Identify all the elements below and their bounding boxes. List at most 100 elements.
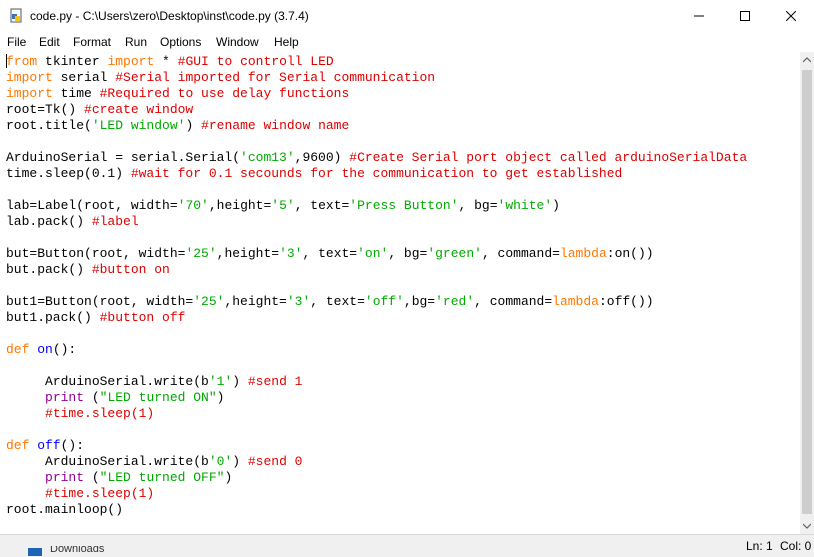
code-line: print ("LED turned OFF") (6, 470, 232, 486)
code-token: 'green' (427, 246, 482, 261)
code-token: '5' (271, 198, 295, 213)
code-token: '3' (279, 246, 303, 261)
code-token: def (6, 438, 30, 453)
code-token: lambda (552, 294, 599, 309)
code-line: time.sleep(0.1) #wait for 0.1 secounds f… (6, 166, 622, 182)
code-line: root.title('LED window') #rename window … (6, 118, 349, 134)
code-token: #send 1 (247, 374, 303, 389)
title-bar[interactable]: code.py - C:\Users\zero\Desktop\inst\cod… (0, 0, 814, 32)
code-token: from (6, 54, 38, 69)
code-token: #rename window name (201, 118, 350, 133)
menu-format[interactable]: Format (73, 35, 111, 49)
menu-window[interactable]: Window (216, 35, 259, 49)
code-line: ArduinoSerial = serial.Serial('com13',96… (6, 150, 747, 166)
code-token: root.title( (6, 118, 92, 133)
menu-help[interactable]: Help (274, 35, 299, 49)
code-token: #Required to use delay functions (99, 86, 350, 101)
code-token: ) (216, 390, 225, 405)
code-line: but.pack() #button on (6, 262, 170, 278)
code-token: ) (552, 198, 560, 213)
code-token: '0' (208, 454, 233, 469)
code-token: #time.sleep(1) (45, 486, 155, 501)
code-token: (): (52, 342, 77, 357)
code-token: 'com13' (240, 150, 295, 165)
code-token: ) (224, 470, 233, 485)
code-token: '25' (193, 294, 225, 309)
downloads-label: Downloads (50, 546, 105, 555)
menu-run[interactable]: Run (125, 35, 147, 49)
code-token: , text= (302, 246, 358, 261)
code-line: print ("LED turned ON") (6, 390, 224, 406)
code-line: import serial #Serial imported for Seria… (6, 70, 435, 86)
code-token: , command= (474, 294, 553, 309)
code-token: lab=Label(root, width= (6, 198, 178, 213)
code-token: (): (60, 438, 85, 453)
code-token: print (45, 390, 85, 405)
minimize-icon (694, 15, 704, 17)
scroll-up-button[interactable] (800, 52, 814, 68)
scroll-down-button[interactable] (800, 518, 814, 534)
code-line: def off(): (6, 438, 84, 454)
code-token: import (107, 54, 155, 69)
code-token: off (37, 438, 61, 453)
code-token: #create window (84, 102, 194, 117)
code-token: time (52, 86, 100, 101)
minimize-button[interactable] (676, 0, 722, 32)
code-line: root=Tk() #create window (6, 102, 193, 118)
code-token: but.pack() (6, 262, 92, 277)
code-token: 'on' (357, 246, 389, 261)
code-token: import (6, 70, 53, 85)
code-token: #send 0 (247, 454, 303, 469)
code-token: #GUI to controll LED (177, 54, 334, 69)
chevron-down-icon (803, 523, 811, 529)
code-token: ,height= (224, 294, 287, 309)
window-title: code.py - C:\Users\zero\Desktop\inst\cod… (30, 9, 309, 23)
close-icon (786, 11, 796, 21)
code-token: ( (84, 390, 100, 405)
code-token: but1.pack() (6, 310, 100, 325)
code-token: :on()) (606, 246, 654, 261)
code-token: #Create Serial port object called arduin… (349, 150, 748, 165)
scrollbar-thumb[interactable] (802, 70, 812, 514)
menu-file[interactable]: File (7, 35, 26, 49)
code-token: 'off' (364, 294, 404, 309)
close-button[interactable] (768, 0, 814, 32)
code-token: #Serial imported for Serial communicatio… (115, 70, 436, 85)
code-line: import time #Required to use delay funct… (6, 86, 349, 102)
code-token: #label (91, 214, 139, 229)
code-token: 'white' (497, 198, 553, 213)
vertical-scrollbar[interactable] (800, 52, 814, 534)
code-token: print (45, 470, 85, 485)
chevron-up-icon (803, 57, 811, 63)
code-token: , text= (294, 198, 350, 213)
menu-options[interactable]: Options (160, 35, 201, 49)
code-line: ArduinoSerial.write(b'0') #send 0 (6, 454, 302, 470)
code-token: on (37, 342, 53, 357)
code-token: '1' (208, 374, 233, 389)
code-token: #button off (99, 310, 186, 325)
code-token: serial (52, 70, 116, 85)
code-token: #wait for 0.1 secounds for the communica… (130, 166, 623, 181)
code-token: lambda (559, 246, 607, 261)
maximize-icon (740, 11, 750, 21)
code-token: lab.pack() (6, 214, 92, 229)
code-editor[interactable]: from tkinter import * #GUI to controll L… (0, 52, 800, 534)
text-cursor (6, 54, 7, 68)
maximize-button[interactable] (722, 0, 768, 32)
code-token: , text= (310, 294, 365, 309)
code-token: '70' (177, 198, 209, 213)
code-token: #time.sleep(1) (45, 406, 155, 421)
code-token: , bg= (388, 246, 428, 261)
code-token: , command= (481, 246, 560, 261)
code-token: "LED turned ON" (99, 390, 217, 405)
downloads-icon (28, 548, 42, 556)
code-token: time.sleep(0.1) (6, 166, 131, 181)
code-token: ,bg= (403, 294, 436, 309)
code-token: "LED turned OFF" (99, 470, 225, 485)
code-token: root.mainloop() (6, 502, 124, 517)
menu-edit[interactable]: Edit (39, 35, 60, 49)
code-token: import (6, 86, 53, 101)
